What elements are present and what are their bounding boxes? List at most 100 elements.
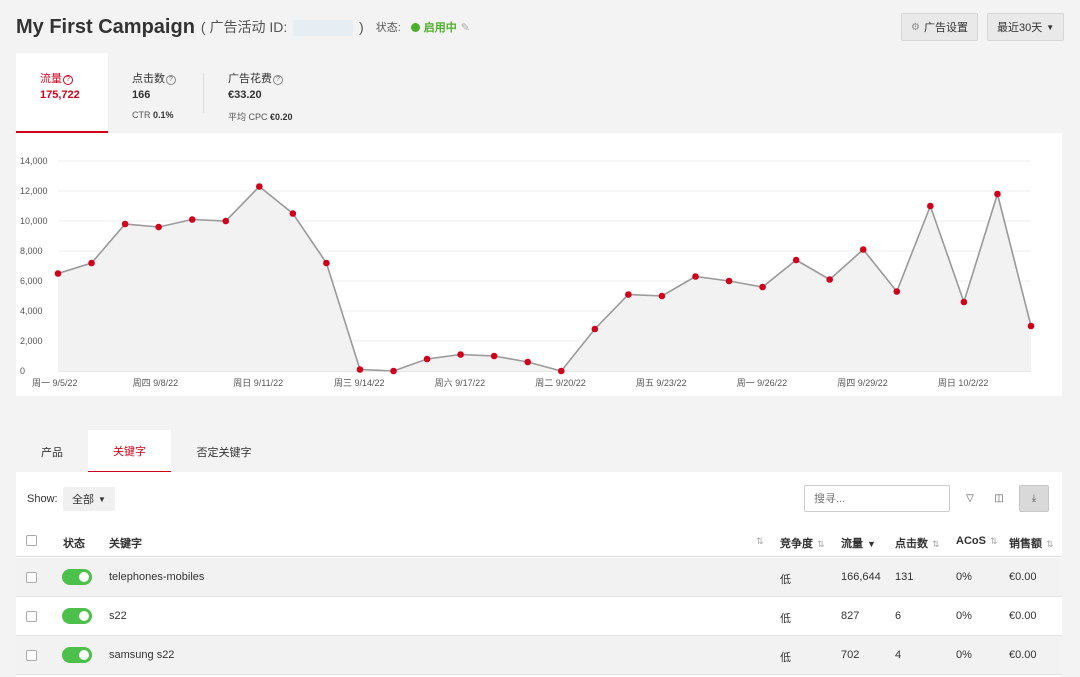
enabled-toggle[interactable]	[62, 569, 92, 585]
y-tick-label: 8,000	[20, 246, 43, 256]
cell-acos: 0%	[956, 649, 972, 661]
metric-label-clicks: 点击数?	[132, 70, 176, 86]
metric-tab-traffic[interactable]: 流量? 175,722	[16, 53, 108, 133]
clicks-header-text: 点击数	[895, 538, 928, 550]
cell-traffic: 827	[841, 610, 860, 622]
metric-sub-cpc: 平均 CPC €0.20	[228, 110, 293, 123]
help-icon: ?	[166, 75, 176, 85]
enabled-toggle[interactable]	[62, 647, 92, 663]
status-dot-icon	[410, 22, 420, 32]
campaign-id-prefix: ( 广告活动 ID:	[200, 19, 288, 35]
y-tick-label: 6,000	[20, 276, 43, 286]
help-icon: ?	[273, 75, 283, 85]
performance-panel: 流量? 175,722 点击数? 166 CTR 0.1% 广告花费? €33.…	[16, 53, 1062, 396]
metric-sub-ctr: CTR 0.1%	[132, 110, 174, 120]
column-header-keyword[interactable]: 关键字	[109, 535, 142, 551]
column-header-clicks[interactable]: 点击数 ⇅	[895, 535, 940, 551]
column-header-status: 状态	[63, 538, 85, 550]
table-row[interactable]: s22 低 827 6 0% €0.00	[16, 597, 1062, 636]
data-point	[121, 220, 129, 228]
column-header-sales[interactable]: 销售额 ⇅	[1009, 535, 1054, 551]
metric-label-traffic: 流量?	[40, 70, 73, 86]
traffic-chart: 0 2,000 4,000 6,000 8,000 10,000 12,000 14,000 周…	[20, 156, 1035, 388]
data-point	[54, 270, 62, 277]
search-input[interactable]	[804, 485, 950, 512]
pencil-edit-icon[interactable]: ✎	[461, 21, 470, 34]
cpc-value: €0.20	[270, 112, 293, 122]
select-all-checkbox[interactable]	[26, 535, 37, 546]
y-tick-label: 2,000	[20, 336, 43, 346]
sort-keyword-icon[interactable]: ⇅	[756, 536, 764, 547]
x-tick-label: 周五 9/23/22	[636, 378, 687, 388]
cell-competition: 低	[780, 652, 791, 664]
data-point	[625, 291, 632, 298]
sort-icon: ⇅	[817, 539, 825, 549]
table-header-row: 状态 关键字 ⇅ 竞争度 ⇅ 流量 ▼ 点击数 ⇅ ACoS ⇅ 销售额 ⇅	[16, 527, 1062, 557]
acos-header-text: ACoS	[956, 535, 986, 547]
table-row[interactable]: telephones-mobiles 低 166,644 131 0% €0.0…	[16, 558, 1062, 597]
cpc-label: 平均 CPC	[228, 112, 268, 122]
show-label: Show:	[27, 493, 58, 505]
sort-desc-icon: ▼	[867, 539, 876, 549]
table-row[interactable]: samsung s22 低 702 4 0% €0.00	[16, 636, 1062, 675]
data-point	[725, 277, 733, 285]
data-point	[256, 183, 263, 190]
status-label: 状态:	[375, 22, 401, 34]
row-checkbox[interactable]	[26, 650, 37, 661]
cell-traffic: 702	[841, 649, 860, 661]
x-tick-label: 周一 9/26/22	[737, 378, 788, 388]
data-point	[490, 352, 498, 360]
competition-header-text: 竞争度	[780, 538, 813, 550]
cell-keyword: telephones-mobiles	[109, 571, 205, 583]
columns-button[interactable]: ◫	[984, 485, 1014, 512]
cell-clicks: 131	[895, 571, 914, 583]
cell-keyword: s22	[109, 610, 127, 622]
column-header-acos[interactable]: ACoS ⇅	[956, 535, 998, 547]
data-point	[960, 298, 968, 306]
cell-clicks: 6	[895, 610, 902, 622]
data-point	[222, 217, 230, 225]
cell-sales: €0.00	[1009, 571, 1037, 583]
cell-sales: €0.00	[1009, 610, 1037, 622]
caret-down-icon: ▼	[1046, 22, 1055, 32]
filter-icon: ▽	[966, 493, 974, 504]
download-button[interactable]: ⤓	[1019, 485, 1049, 512]
campaign-id: ( 广告活动 ID: )	[201, 17, 364, 37]
data-point	[323, 259, 330, 267]
cell-acos: 0%	[956, 610, 972, 622]
ad-settings-button[interactable]: ⚙ 广告设置	[901, 13, 978, 41]
metric-tab-spend[interactable]: 广告花费? €33.20 平均 CPC €0.20	[204, 53, 324, 133]
x-tick-label: 周日 10/2/22	[938, 378, 989, 388]
row-checkbox[interactable]	[26, 572, 37, 583]
metric-label-clicks-text: 点击数	[132, 73, 165, 85]
column-header-traffic[interactable]: 流量 ▼	[841, 535, 876, 551]
metric-value-spend: €33.20	[228, 89, 262, 101]
cell-keyword: samsung s22	[109, 649, 175, 661]
date-range-dropdown[interactable]: 最近30天 ▼	[987, 13, 1065, 41]
cell-competition: 低	[780, 574, 791, 586]
page-header: My First Campaign ( 广告活动 ID: ) 状态: 启用中 ✎	[16, 12, 470, 42]
data-point	[289, 210, 297, 217]
data-point	[356, 366, 364, 373]
data-point	[927, 202, 934, 210]
tab-negative-keywords[interactable]: 否定关键字	[171, 430, 277, 473]
column-header-competition[interactable]: 竞争度 ⇅	[780, 535, 825, 551]
tab-keywords[interactable]: 关键字	[88, 430, 171, 473]
columns-icon: ◫	[994, 493, 1004, 504]
campaign-id-redacted	[293, 20, 354, 37]
data-point	[759, 283, 766, 291]
show-filter-value: 全部	[72, 494, 94, 506]
row-checkbox[interactable]	[26, 611, 37, 622]
data-point	[155, 223, 162, 231]
metric-label-traffic-text: 流量	[40, 73, 62, 85]
filter-button[interactable]: ▽	[955, 485, 985, 512]
status-value: 启用中	[423, 22, 457, 34]
x-tick-label: 周二 9/20/22	[535, 378, 586, 388]
keywords-table-panel: Show: 全部 ▼ ▽ ◫ ⤓ 状态 关键字 ⇅ 竞争度 ⇅ 流量▼ 点击数⇅ …	[16, 472, 1062, 677]
tab-products[interactable]: 产品	[16, 430, 88, 473]
metric-tab-clicks[interactable]: 点击数? 166 CTR 0.1%	[108, 53, 203, 133]
y-tick-label: 4,000	[20, 306, 43, 316]
show-filter-dropdown[interactable]: 全部 ▼	[63, 487, 115, 511]
enabled-toggle[interactable]	[62, 608, 92, 624]
area-fill	[58, 186, 1031, 371]
